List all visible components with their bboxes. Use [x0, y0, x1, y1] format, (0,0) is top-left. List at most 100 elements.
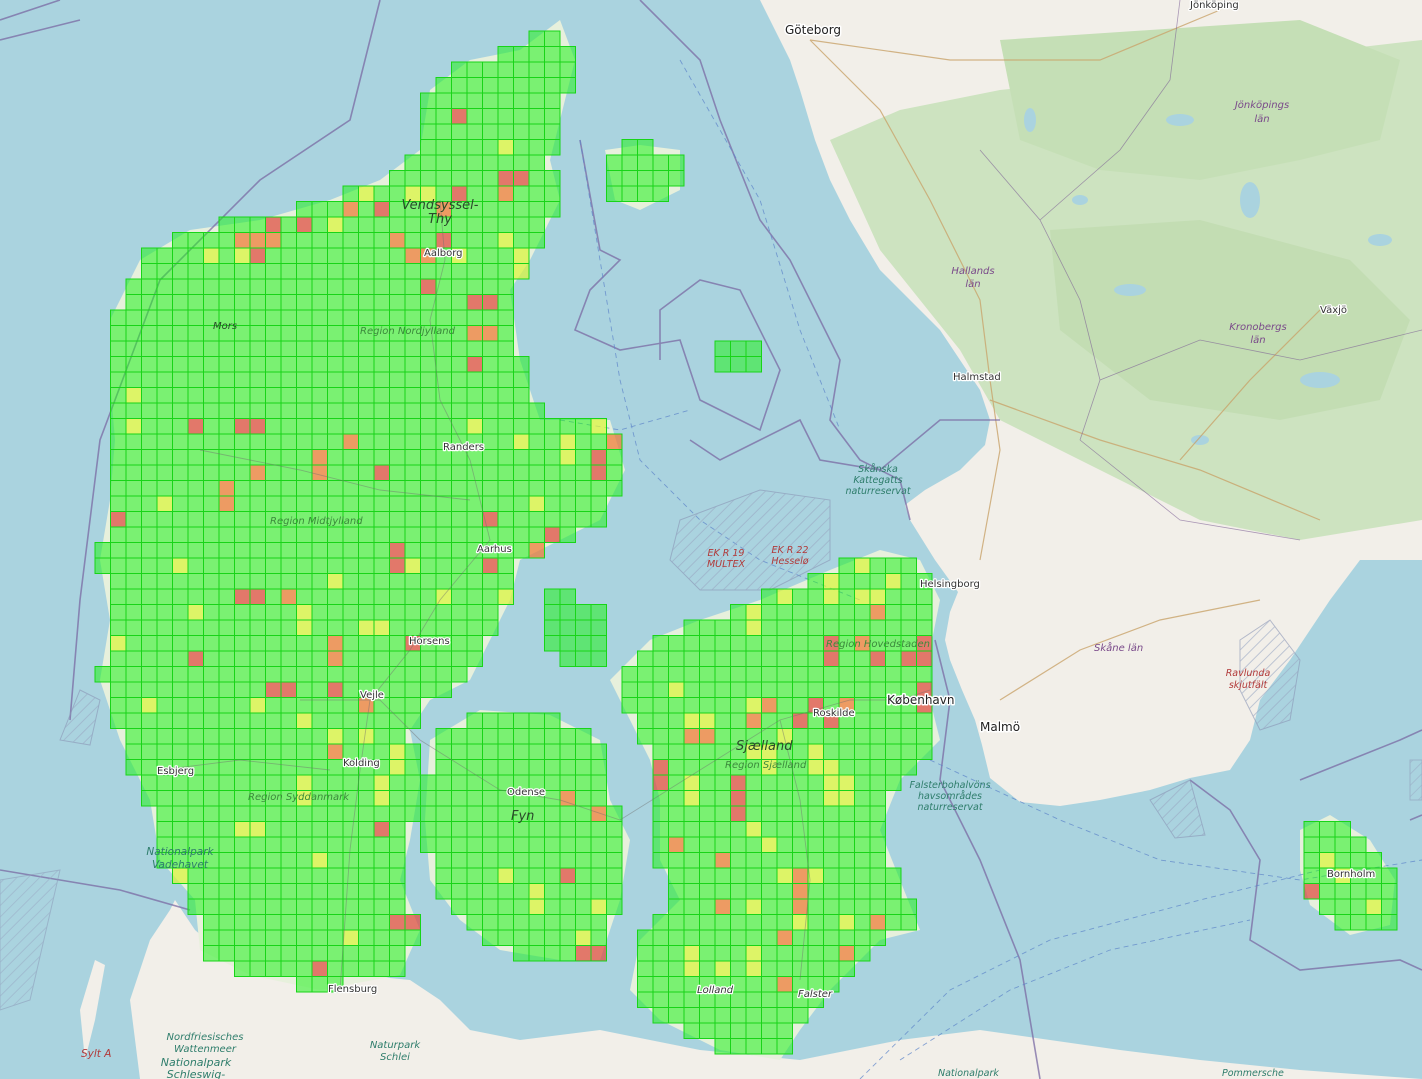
grid-cell[interactable]: [311, 666, 328, 683]
grid-cell[interactable]: [513, 743, 530, 760]
grid-cell[interactable]: [404, 681, 421, 698]
grid-cell[interactable]: [311, 604, 328, 621]
grid-cell[interactable]: [466, 216, 483, 233]
grid-cell[interactable]: [280, 604, 297, 621]
grid-cell[interactable]: [358, 743, 375, 760]
grid-cell[interactable]: [373, 232, 390, 249]
grid-cell[interactable]: [203, 356, 220, 373]
grid-cell[interactable]: [249, 371, 266, 388]
grid-cell[interactable]: [280, 356, 297, 373]
grid-cell[interactable]: [187, 356, 204, 373]
grid-cell[interactable]: [187, 604, 204, 621]
grid-cell[interactable]: [637, 185, 654, 202]
grid-cell[interactable]: [265, 588, 282, 605]
grid-cell[interactable]: [218, 325, 235, 342]
grid-cell[interactable]: [714, 1007, 731, 1024]
grid-cell[interactable]: [807, 976, 824, 993]
grid-cell[interactable]: [513, 170, 530, 187]
grid-cell[interactable]: [203, 588, 220, 605]
grid-cell[interactable]: [249, 852, 266, 869]
grid-cell[interactable]: [342, 294, 359, 311]
grid-cell[interactable]: [513, 852, 530, 869]
grid-cell[interactable]: [559, 464, 576, 481]
grid-cell[interactable]: [497, 557, 514, 574]
grid-cell[interactable]: [327, 511, 344, 528]
grid-cell[interactable]: [497, 402, 514, 419]
grid-cell[interactable]: [203, 666, 220, 683]
grid-cell[interactable]: [358, 573, 375, 590]
grid-cell[interactable]: [156, 852, 173, 869]
grid-cell[interactable]: [280, 573, 297, 590]
grid-cell[interactable]: [373, 774, 390, 791]
grid-cell[interactable]: [203, 774, 220, 791]
grid-cell[interactable]: [869, 898, 886, 915]
grid-cell[interactable]: [234, 557, 251, 574]
grid-cell[interactable]: [249, 836, 266, 853]
grid-cell[interactable]: [342, 960, 359, 977]
grid-cell[interactable]: [203, 542, 220, 559]
grid-cell[interactable]: [389, 542, 406, 559]
grid-cell[interactable]: [187, 480, 204, 497]
grid-cell[interactable]: [900, 728, 917, 745]
grid-cell[interactable]: [156, 433, 173, 450]
grid-cell[interactable]: [900, 743, 917, 760]
grid-cell[interactable]: [730, 790, 747, 807]
grid-cell[interactable]: [404, 743, 421, 760]
grid-cell[interactable]: [203, 371, 220, 388]
grid-cell[interactable]: [172, 340, 189, 357]
grid-cell[interactable]: [172, 387, 189, 404]
grid-cell[interactable]: [575, 898, 592, 915]
grid-cell[interactable]: [265, 883, 282, 900]
grid-cell[interactable]: [373, 666, 390, 683]
grid-cell[interactable]: [234, 216, 251, 233]
grid-cell[interactable]: [389, 449, 406, 466]
grid-cell[interactable]: [435, 77, 452, 94]
grid-cell[interactable]: [714, 883, 731, 900]
grid-cell[interactable]: [172, 666, 189, 683]
grid-cell[interactable]: [838, 557, 855, 574]
grid-cell[interactable]: [606, 821, 623, 838]
grid-cell[interactable]: [358, 216, 375, 233]
grid-cell[interactable]: [358, 387, 375, 404]
grid-cell[interactable]: [280, 542, 297, 559]
grid-cell[interactable]: [125, 309, 142, 326]
grid-cell[interactable]: [776, 650, 793, 667]
grid-cell[interactable]: [528, 154, 545, 171]
grid-cell[interactable]: [373, 309, 390, 326]
grid-cell[interactable]: [125, 511, 142, 528]
grid-cell[interactable]: [637, 139, 654, 156]
grid-cell[interactable]: [280, 449, 297, 466]
grid-cell[interactable]: [823, 712, 840, 729]
grid-cell[interactable]: [792, 635, 809, 652]
grid-cell[interactable]: [668, 821, 685, 838]
grid-cell[interactable]: [435, 604, 452, 621]
grid-cell[interactable]: [792, 852, 809, 869]
grid-cell[interactable]: [296, 309, 313, 326]
grid-cell[interactable]: [652, 728, 669, 745]
grid-cell[interactable]: [342, 619, 359, 636]
grid-cell[interactable]: [652, 712, 669, 729]
grid-cell[interactable]: [761, 883, 778, 900]
grid-cell[interactable]: [280, 666, 297, 683]
grid-cell[interactable]: [342, 340, 359, 357]
grid-cell[interactable]: [435, 666, 452, 683]
grid-cell[interactable]: [854, 728, 871, 745]
grid-cell[interactable]: [714, 712, 731, 729]
grid-cell[interactable]: [373, 929, 390, 946]
grid-cell[interactable]: [528, 759, 545, 776]
grid-cell[interactable]: [327, 790, 344, 807]
grid-cell[interactable]: [311, 914, 328, 931]
grid-cell[interactable]: [823, 867, 840, 884]
grid-cell[interactable]: [466, 712, 483, 729]
grid-cell[interactable]: [172, 325, 189, 342]
grid-cell[interactable]: [668, 945, 685, 962]
grid-cell[interactable]: [590, 433, 607, 450]
grid-cell[interactable]: [234, 542, 251, 559]
grid-cell[interactable]: [342, 604, 359, 621]
grid-cell[interactable]: [311, 898, 328, 915]
grid-cell[interactable]: [714, 697, 731, 714]
grid-cell[interactable]: [435, 108, 452, 125]
grid-cell[interactable]: [900, 697, 917, 714]
grid-cell[interactable]: [389, 511, 406, 528]
grid-cell[interactable]: [776, 867, 793, 884]
